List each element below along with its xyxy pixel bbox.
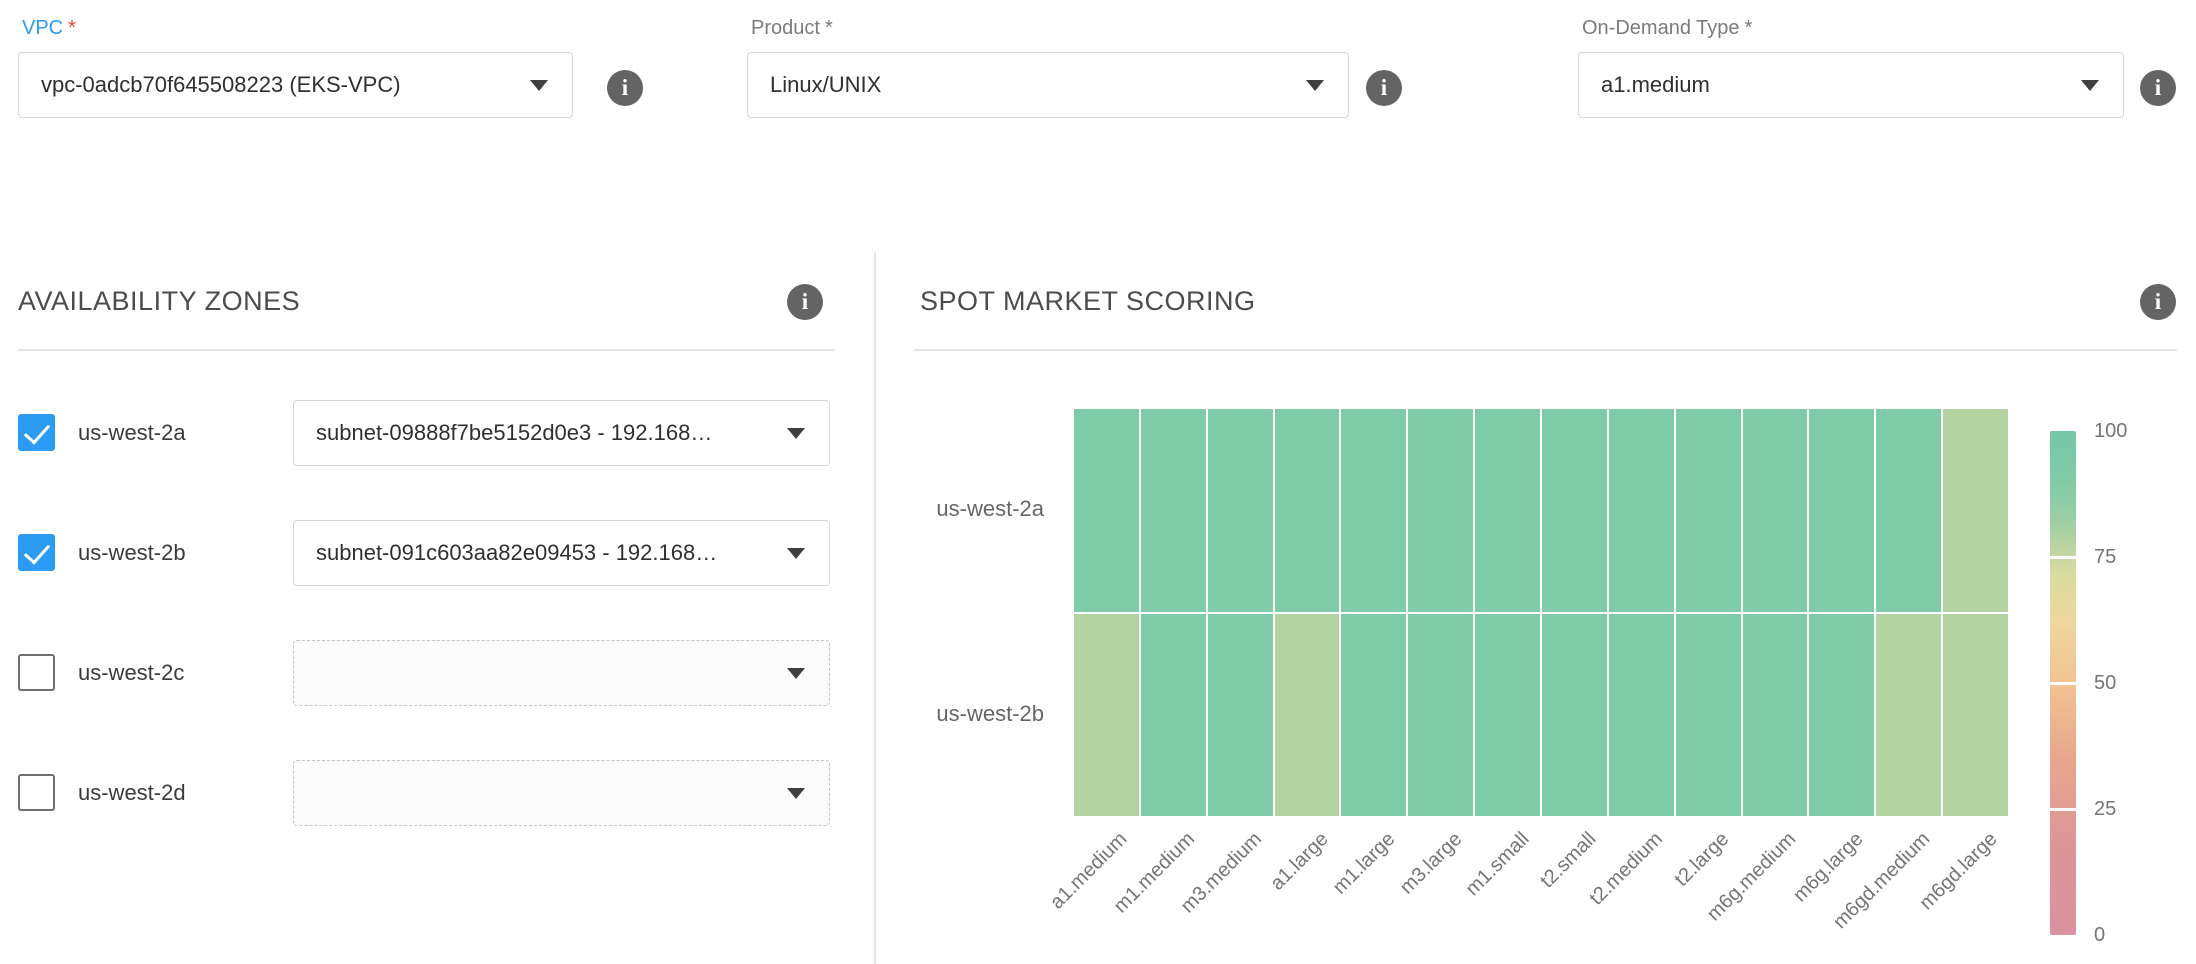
heatmap-cell[interactable] xyxy=(1609,614,1674,817)
heatmap-cell[interactable] xyxy=(1341,409,1406,612)
spot-market-scoring-divider xyxy=(914,349,2177,351)
vpc-field: VPC* vpc-0adcb70f645508223 (EKS-VPC) xyxy=(18,14,573,118)
spot-instance-config-page: VPC* vpc-0adcb70f645508223 (EKS-VPC) Pro… xyxy=(0,0,2196,964)
heatmap-cell[interactable] xyxy=(1475,614,1540,817)
product-info-icon[interactable] xyxy=(1366,70,1402,106)
vpc-info-icon[interactable] xyxy=(607,70,643,106)
heatmap-cell[interactable] xyxy=(1676,614,1741,817)
vpc-label: VPC* xyxy=(18,14,573,42)
on-demand-type-select-value: a1.medium xyxy=(1601,53,2059,117)
az-zone-label: us-west-2c xyxy=(78,640,184,706)
heatmap-cell[interactable] xyxy=(1876,614,1941,817)
subnet-select-value xyxy=(316,761,765,825)
vpc-label-text: VPC xyxy=(22,17,63,39)
chevron-down-icon xyxy=(787,788,805,799)
section-vertical-divider xyxy=(874,252,876,964)
on-demand-type-info-icon[interactable] xyxy=(2140,70,2176,106)
subnet-select-value: subnet-09888f7be5152d0e3 - 192.168… xyxy=(316,401,765,465)
availability-zones-divider xyxy=(18,349,835,351)
subnet-select-value: subnet-091c603aa82e09453 - 192.168… xyxy=(316,521,765,585)
chevron-down-icon xyxy=(787,548,805,559)
colorbar-tick-label: 100 xyxy=(2094,419,2127,443)
az-checkbox[interactable] xyxy=(18,534,55,571)
heatmap-cell[interactable] xyxy=(1341,614,1406,817)
heatmap-cell[interactable] xyxy=(1408,614,1473,817)
colorbar-segment-gap xyxy=(2050,808,2076,811)
heatmap-cell[interactable] xyxy=(1074,614,1139,817)
colorbar-segment-gap xyxy=(2050,682,2076,685)
chevron-down-icon xyxy=(787,668,805,679)
heatmap-cell[interactable] xyxy=(1542,409,1607,612)
y-axis-label: us-west-2b xyxy=(860,701,1044,727)
on-demand-type-select[interactable]: a1.medium xyxy=(1578,52,2124,118)
y-axis-label: us-west-2a xyxy=(860,496,1044,522)
required-asterisk: * xyxy=(68,17,76,39)
heatmap-cell[interactable] xyxy=(1676,409,1741,612)
heatmap-cell[interactable] xyxy=(1743,409,1808,612)
product-select-value: Linux/UNIX xyxy=(770,53,1284,117)
az-zone-label: us-west-2a xyxy=(78,400,186,466)
product-field: Product* Linux/UNIX xyxy=(747,14,1349,118)
vpc-select-value: vpc-0adcb70f645508223 (EKS-VPC) xyxy=(41,53,508,117)
az-row-us-west-2a: us-west-2a subnet-09888f7be5152d0e3 - 19… xyxy=(0,400,860,466)
heatmap-cell[interactable] xyxy=(1475,409,1540,612)
product-label: Product* xyxy=(747,14,1349,42)
heatmap-cell[interactable] xyxy=(1074,409,1139,612)
heatmap-cell[interactable] xyxy=(1542,614,1607,817)
az-row-us-west-2b: us-west-2b subnet-091c603aa82e09453 - 19… xyxy=(0,520,860,586)
az-zone-label: us-west-2d xyxy=(78,760,186,826)
heatmap-cell[interactable] xyxy=(1275,409,1340,612)
heatmap-cell[interactable] xyxy=(1408,409,1473,612)
az-checkbox[interactable] xyxy=(18,774,55,811)
subnet-select[interactable] xyxy=(293,760,830,826)
az-row-us-west-2d: us-west-2d xyxy=(0,760,860,826)
heatmap-cell[interactable] xyxy=(1809,409,1874,612)
heatmap-cell[interactable] xyxy=(1943,409,2008,612)
chevron-down-icon xyxy=(1306,80,1324,91)
chevron-down-icon xyxy=(787,428,805,439)
heatmap-cell[interactable] xyxy=(1141,614,1206,817)
heatmap-cell[interactable] xyxy=(1141,409,1206,612)
spot-score-heatmap xyxy=(1074,409,2008,816)
product-select[interactable]: Linux/UNIX xyxy=(747,52,1349,118)
spot-market-scoring-info-icon[interactable] xyxy=(2140,284,2176,320)
az-zone-label: us-west-2b xyxy=(78,520,186,586)
availability-zones-title: AVAILABILITY ZONES xyxy=(18,286,300,317)
product-label-text: Product xyxy=(751,17,820,39)
subnet-select[interactable]: subnet-09888f7be5152d0e3 - 192.168… xyxy=(293,400,830,466)
spot-market-scoring-title: SPOT MARKET SCORING xyxy=(920,286,1256,317)
subnet-select[interactable] xyxy=(293,640,830,706)
colorbar-tick-label: 0 xyxy=(2094,923,2105,947)
on-demand-type-label: On-Demand Type* xyxy=(1578,14,2124,42)
availability-zones-info-icon[interactable] xyxy=(787,284,823,320)
chevron-down-icon xyxy=(530,80,548,91)
subnet-select[interactable]: subnet-091c603aa82e09453 - 192.168… xyxy=(293,520,830,586)
heatmap-cell[interactable] xyxy=(1208,409,1273,612)
colorbar-segment-gap xyxy=(2050,556,2076,559)
heatmap-cell[interactable] xyxy=(1809,614,1874,817)
colorbar-tick-label: 50 xyxy=(2094,671,2116,695)
chevron-down-icon xyxy=(2081,80,2099,91)
az-checkbox[interactable] xyxy=(18,654,55,691)
heatmap-cell[interactable] xyxy=(1208,614,1273,817)
on-demand-type-field: On-Demand Type* a1.medium xyxy=(1578,14,2124,118)
heatmap-cell[interactable] xyxy=(1943,614,2008,817)
colorbar-tick-label: 75 xyxy=(2094,545,2116,569)
heatmap-cell[interactable] xyxy=(1275,614,1340,817)
heatmap-cell[interactable] xyxy=(1609,409,1674,612)
heatmap-cell[interactable] xyxy=(1743,614,1808,817)
heatmap-cell[interactable] xyxy=(1876,409,1941,612)
az-row-us-west-2c: us-west-2c xyxy=(0,640,860,706)
subnet-select-value xyxy=(316,641,765,705)
required-asterisk: * xyxy=(825,17,833,39)
colorbar-tick-label: 25 xyxy=(2094,797,2116,821)
required-asterisk: * xyxy=(1745,17,1753,39)
vpc-select[interactable]: vpc-0adcb70f645508223 (EKS-VPC) xyxy=(18,52,573,118)
az-checkbox[interactable] xyxy=(18,414,55,451)
on-demand-type-label-text: On-Demand Type xyxy=(1582,17,1740,39)
